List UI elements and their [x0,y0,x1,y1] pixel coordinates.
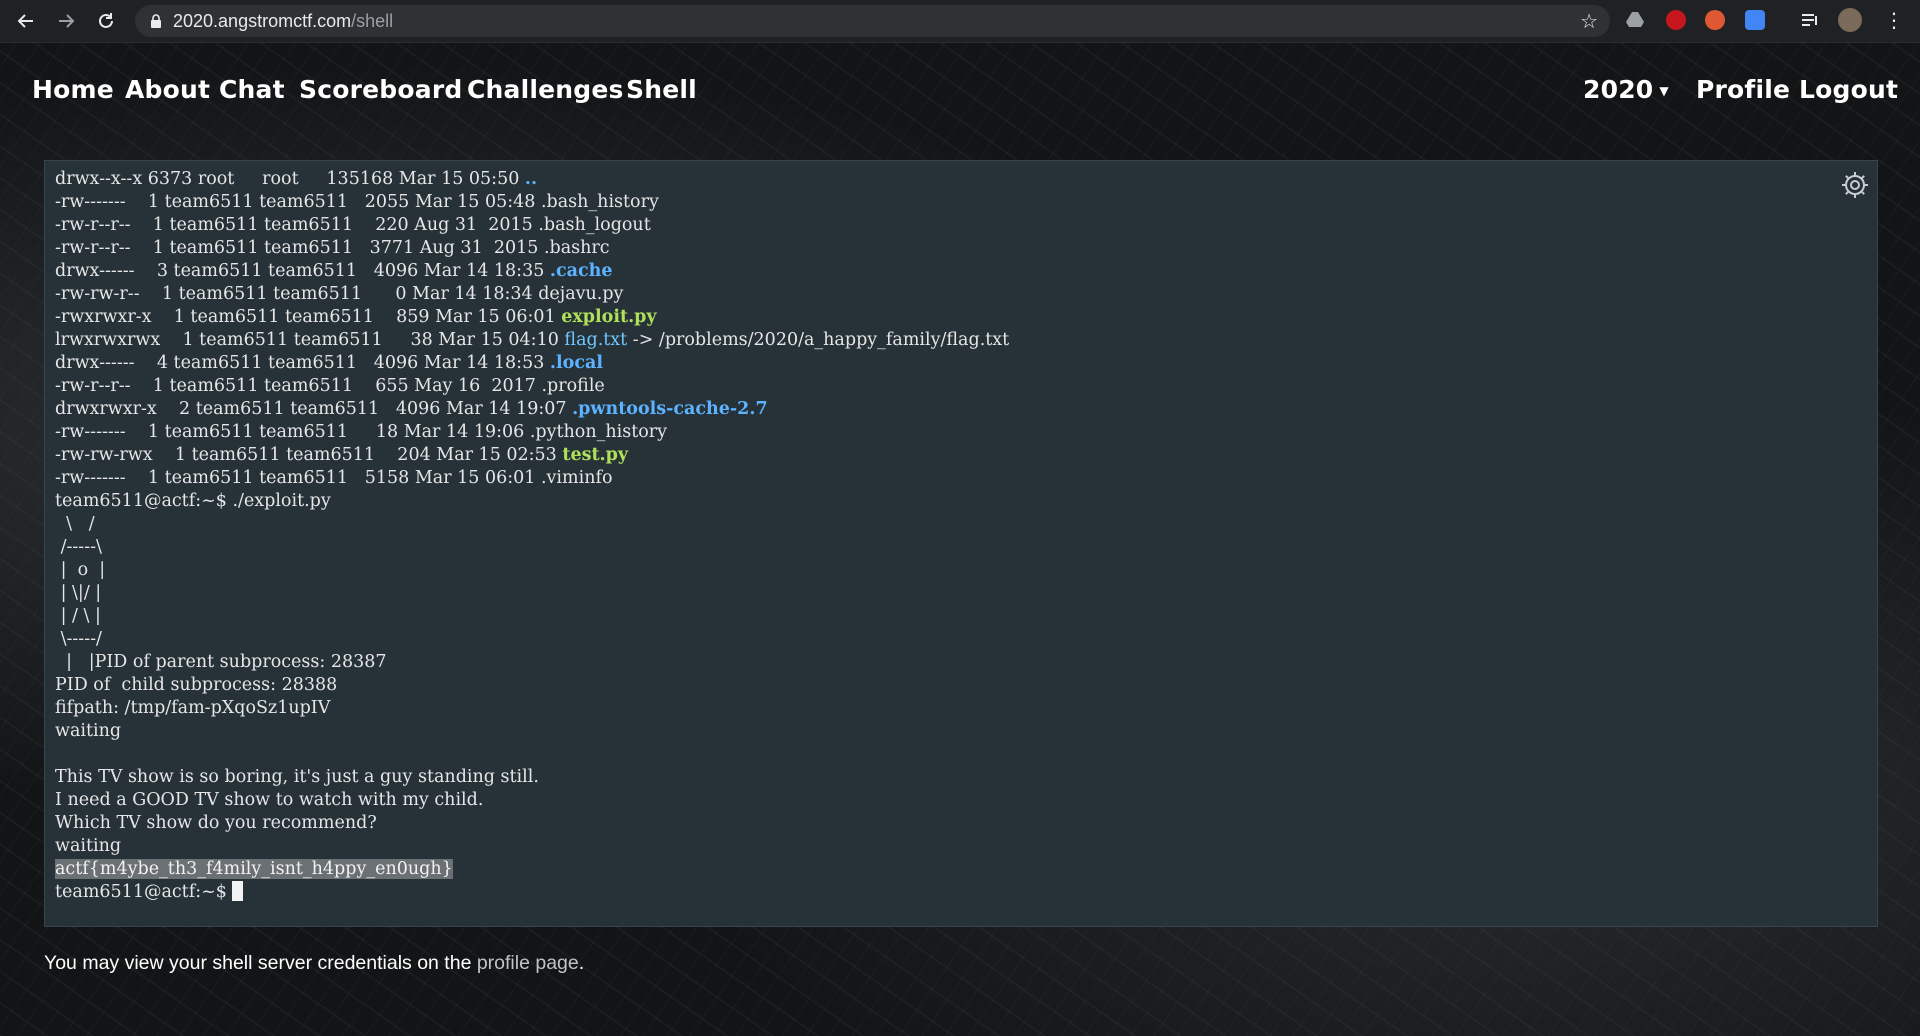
output-line: waiting [55,721,122,741]
ls-row: -rw-rw-r-- 1 team6511 team6511 0 Mar 14 … [55,283,1009,306]
back-arrow-icon[interactable] [8,3,44,39]
ls-row-filename: exploit.py [561,307,657,327]
flag-line: actf{m4ybe_th3_f4mily_isnt_h4ppy_en0ugh} [55,858,1009,881]
ls-row: drwx------ 3 team6511 team6511 4096 Mar … [55,260,1009,283]
drive-extension-icon[interactable] [1625,10,1645,30]
ls-row-meta: -rw-r--r-- 1 team6511 team6511 3771 Aug … [55,238,544,258]
ls-row-meta: -rw------- 1 team6511 team6511 18 Mar 14… [55,422,530,442]
ls-row-meta: drwx------ 3 team6511 team6511 4096 Mar … [55,261,550,281]
ls-row: -rw-r--r-- 1 team6511 team6511 655 May 1… [55,375,1009,398]
ls-row-filename: .cache [549,261,613,281]
output-line: | \|/ | [55,583,102,603]
output-line: | / \ | [55,606,101,626]
ls-row-meta: -rwxrwxr-x 1 team6511 team6511 859 Mar 1… [55,307,562,327]
output-line: \ / [55,514,95,534]
ls-row-filename: test.py [562,445,629,465]
reload-icon[interactable] [88,3,124,39]
prompt-line: team6511@actf:~$ [55,881,1009,904]
ls-row: lrwxrwxrwx 1 team6511 team6511 38 Mar 15… [55,329,1009,352]
url-path: /shell [351,10,394,31]
ls-row: drwx--x--x 6373 root root 135168 Mar 15 … [55,168,1009,191]
ls-row-meta: -rw-rw-r-- 1 team6511 team6511 0 Mar 14 … [55,284,539,304]
profile-page-link[interactable]: profile page [477,952,579,974]
ls-row-filename: .bash_history [540,192,659,212]
ls-row-meta: -rw-r--r-- 1 team6511 team6511 655 May 1… [55,376,542,396]
nav-home[interactable]: Home [32,75,114,104]
url-host: 2020.angstromctf.com [173,10,352,31]
ublock-extension-icon[interactable] [1666,10,1686,30]
output-line: PID of child subprocess: 28388 [55,675,338,695]
media-control-icon[interactable] [1800,10,1820,30]
ls-row: -rw------- 1 team6511 team6511 5158 Mar … [55,467,1009,490]
ls-row-filename: dejavu.py [538,284,624,304]
output-line: \-----/ [55,629,102,649]
ls-row-meta: -rw-rw-rwx 1 team6511 team6511 204 Mar 1… [55,445,563,465]
output-line: waiting [55,836,122,856]
ls-row-meta: -rw-r--r-- 1 team6511 team6511 220 Aug 3… [55,215,539,235]
forward-arrow-icon[interactable] [48,3,84,39]
terminal-output: drwx--x--x 6373 root root 135168 Mar 15 … [55,168,1009,904]
output-line: This TV show is so boring, it's just a g… [55,767,539,787]
ls-row-filename: .bashrc [543,238,610,258]
text-cursor [232,881,244,901]
year-label: 2020 [1583,75,1654,104]
caret-down-icon: ▼ [1659,84,1669,98]
ls-row: drwx------ 4 team6511 team6511 4096 Mar … [55,352,1009,375]
ls-row-filename: .viminfo [540,468,613,488]
nav-logout[interactable]: Logout [1799,75,1898,104]
browser-toolbar: 2020.angstromctf.com/shell ☆ ⋮ [0,0,1920,43]
bookmark-star-icon[interactable]: ☆ [1580,9,1598,33]
shell-terminal[interactable]: drwx--x--x 6373 root root 135168 Mar 15 … [44,160,1878,927]
note-text: You may view your shell server credentia… [44,952,477,974]
site-navigation: Home About Chat Scoreboard Challenges Sh… [0,43,1920,139]
lock-icon [151,14,161,28]
output-line: /-----\ [55,537,102,557]
ls-row: -rwxrwxr-x 1 team6511 team6511 859 Mar 1… [55,306,1009,329]
ls-row: -rw------- 1 team6511 team6511 2055 Mar … [55,191,1009,214]
output-line: team6511@actf:~$ ./exploit.py [55,491,331,511]
output-line: | o | [55,560,106,580]
translate-extension-icon[interactable] [1745,10,1765,30]
ls-row-meta: lrwxrwxrwx 1 team6511 team6511 38 Mar 15… [55,330,565,350]
gear-icon[interactable] [1841,171,1869,199]
nav-about[interactable]: About [125,75,210,104]
ls-row-link-target: -> /problems/2020/a_happy_family/flag.tx… [627,330,1010,350]
ls-row-meta: drwx--x--x 6373 root root 135168 Mar 15 … [55,169,525,189]
ls-row-meta: drwx------ 4 team6511 team6511 4096 Mar … [55,353,550,373]
address-bar[interactable]: 2020.angstromctf.com/shell ☆ [135,5,1610,37]
ls-row-filename: .python_history [529,422,668,442]
shell-credentials-note: You may view your shell server credentia… [44,952,584,975]
prompt-text: team6511@actf:~$ [55,882,233,902]
ls-row-filename: .bash_logout [538,215,651,235]
output-line: Which TV show do you recommend? [55,813,377,833]
nav-challenges[interactable]: Challenges [467,75,624,104]
nav-profile[interactable]: Profile [1696,75,1790,104]
ls-row-filename: flag.txt [564,330,628,350]
note-period: . [578,952,585,974]
flag-text: actf{m4ybe_th3_f4mily_isnt_h4ppy_en0ugh} [55,859,453,879]
nav-chat[interactable]: Chat [219,75,285,104]
ls-row: drwxrwxr-x 2 team6511 team6511 4096 Mar … [55,398,1009,421]
ls-row-meta: -rw------- 1 team6511 team6511 2055 Mar … [55,192,541,212]
output-line: | |PID of parent subprocess: 28387 [55,652,387,672]
output-line: fifpath: /tmp/fam-pXqoSz1upIV [55,698,331,718]
ls-row: -rw-r--r-- 1 team6511 team6511 3771 Aug … [55,237,1009,260]
ls-row-filename: .profile [541,376,605,396]
ls-row-filename: .pwntools-cache-2.7 [572,399,768,419]
chrome-menu-icon[interactable]: ⋮ [1884,10,1904,30]
profile-avatar-icon[interactable] [1838,8,1862,32]
duckduckgo-extension-icon[interactable] [1705,10,1725,30]
nav-scoreboard[interactable]: Scoreboard [299,75,462,104]
ls-row: -rw-rw-rwx 1 team6511 team6511 204 Mar 1… [55,444,1009,467]
output-line: I need a GOOD TV show to watch with my c… [55,790,484,810]
ls-row-filename: .. [524,169,538,189]
ls-row: -rw-r--r-- 1 team6511 team6511 220 Aug 3… [55,214,1009,237]
ls-row-meta: -rw------- 1 team6511 team6511 5158 Mar … [55,468,541,488]
ls-row: -rw------- 1 team6511 team6511 18 Mar 14… [55,421,1009,444]
nav-shell[interactable]: Shell [626,75,697,104]
ls-row-filename: .local [549,353,603,373]
nav-year-dropdown[interactable]: 2020 ▼ [1583,75,1669,104]
ls-row-meta: drwxrwxr-x 2 team6511 team6511 4096 Mar … [55,399,573,419]
